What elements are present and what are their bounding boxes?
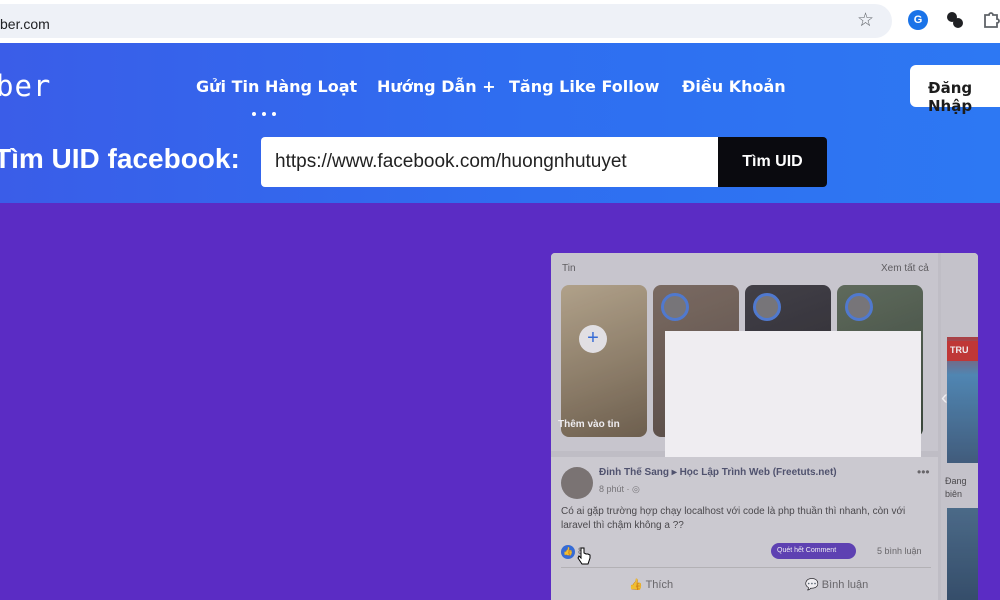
stories-title: Tin	[562, 263, 576, 274]
avatar	[561, 467, 593, 499]
browser-chrome: ber.com ☆ G	[0, 0, 1000, 43]
more-icon: •••	[917, 465, 930, 479]
like-action-label: Thích	[645, 579, 674, 591]
star-icon[interactable]: ☆	[857, 9, 874, 32]
comment-count: 5 bình luận	[877, 546, 922, 556]
comment-action: 💬 Bình luận	[805, 579, 869, 591]
avatar	[845, 293, 873, 321]
find-uid-button[interactable]: Tìm UID	[718, 137, 827, 187]
nav-item-terms[interactable]: Điều Khoản	[682, 77, 786, 96]
address-bar[interactable]: ber.com	[0, 4, 892, 38]
chevron-left-icon: ‹	[941, 387, 948, 409]
nav-item-like-follow[interactable]: Tăng Like Follow	[509, 77, 659, 96]
uid-finder-label: Tìm UID facebook:	[0, 143, 240, 174]
blank-overlay	[665, 331, 921, 471]
post-text: Có ai gặp trường hợp chạy localhost với …	[561, 506, 906, 531]
post-author: Đinh Thế Sang ▸ Học Lập Trình Web (Freet…	[599, 467, 837, 478]
avatar	[661, 293, 689, 321]
plus-icon: +	[579, 325, 607, 353]
google-lens-icon[interactable]: G	[908, 10, 928, 30]
stories-card: Tin Xem tất cả + Thêm vào tin	[551, 253, 938, 471]
facebook-screenshot: Tin Xem tất cả + Thêm vào tin Đinh Thế S…	[551, 253, 978, 600]
thumbs-up-icon: 👍	[561, 545, 575, 559]
nav-dots	[252, 103, 282, 121]
extension-icon[interactable]	[945, 10, 965, 30]
site-logo[interactable]: ber	[0, 69, 51, 103]
story-add: +	[561, 285, 647, 437]
post-time: 8 phút · ◎	[599, 484, 640, 494]
address-bar-url: ber.com	[0, 16, 50, 32]
puzzle-icon[interactable]	[982, 10, 1000, 30]
site-header: ber Gửi Tin Hàng Loạt Hướng Dẫn + Tăng L…	[0, 43, 1000, 203]
post-card: Đinh Thế Sang ▸ Học Lập Trình Web (Freet…	[551, 457, 938, 600]
nav-item-guide[interactable]: Hướng Dẫn +	[377, 77, 496, 96]
side-image	[947, 508, 978, 600]
nav-item-bulk-message[interactable]: Gửi Tin Hàng Loạt	[196, 77, 357, 96]
side-badge: TRU	[947, 341, 978, 361]
pointer-cursor-icon	[577, 547, 591, 565]
divider	[561, 567, 931, 568]
comment-action-label: Bình luận	[821, 579, 869, 591]
right-strip: TRU ‹ Đang biên	[941, 253, 978, 600]
side-text: Đang biên	[945, 476, 967, 499]
uid-url-input[interactable]	[261, 137, 719, 187]
scan-comments-pill: Quét hết Comment	[771, 543, 856, 559]
avatar	[753, 293, 781, 321]
login-button[interactable]: Đăng Nhập	[910, 65, 1000, 115]
like-action: 👍 Thích	[629, 579, 674, 591]
add-story-caption: Thêm vào tin	[558, 419, 620, 430]
see-all-link: Xem tất cả	[881, 263, 929, 274]
